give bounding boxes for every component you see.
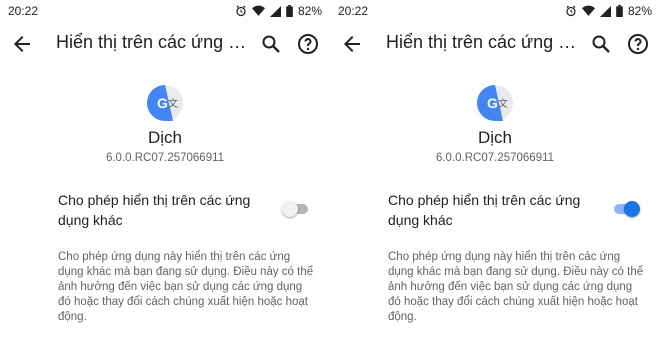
status-bar: 20:22 82%: [0, 0, 330, 22]
status-time: 20:22: [338, 4, 369, 18]
battery-icon: [286, 5, 293, 17]
screen-left: 20:22 82% Hiển thị trên các ứng d... G 文…: [0, 0, 330, 339]
signal-icon: [269, 5, 281, 17]
wifi-icon: [251, 5, 265, 16]
help-icon[interactable]: [626, 32, 650, 56]
overlay-permission-toggle[interactable]: [612, 200, 640, 218]
screen-right: 20:22 82% Hiển thị trên các ứng d... G 文…: [330, 0, 660, 339]
permission-description: Cho phép ứng dụng này hiển thị trên các …: [388, 251, 644, 323]
toolbar: Hiển thị trên các ứng d...: [0, 26, 330, 62]
svg-text:文: 文: [168, 97, 178, 110]
permission-description: Cho phép ứng dụng này hiển thị trên các …: [58, 251, 314, 323]
page-title: Hiển thị trên các ứng d...: [56, 32, 252, 52]
back-arrow-icon[interactable]: [340, 32, 364, 56]
overlay-permission-row[interactable]: Cho phép hiển thị trên các ứng dụng khác: [0, 188, 330, 228]
svg-text:G: G: [157, 95, 168, 111]
page-title: Hiển thị trên các ứng d...: [386, 32, 582, 52]
toggle-thumb: [282, 201, 298, 217]
google-translate-icon: G 文: [147, 85, 183, 121]
alarm-icon: [566, 5, 576, 17]
overlay-permission-label: Cho phép hiển thị trên các ứng dụng khác: [388, 192, 581, 228]
app-name: Dịch: [147, 128, 182, 147]
alarm-icon: [236, 5, 246, 17]
app-version: 6.0.0.RC07.257066911: [435, 152, 555, 164]
battery-icon: [616, 5, 623, 17]
google-translate-icon: G 文: [477, 85, 513, 121]
overlay-permission-label: Cho phép hiển thị trên các ứng dụng khác: [58, 192, 251, 228]
status-bar: 20:22 82%: [330, 0, 660, 22]
search-icon[interactable]: [589, 32, 613, 56]
overlay-permission-toggle[interactable]: [282, 200, 310, 218]
battery-percent: 82%: [297, 4, 322, 18]
back-arrow-icon[interactable]: [10, 32, 34, 56]
status-icons: 82%: [235, 4, 322, 18]
overlay-permission-row[interactable]: Cho phép hiển thị trên các ứng dụng khác: [330, 188, 660, 228]
app-version: 6.0.0.RC07.257066911: [105, 152, 225, 164]
signal-icon: [599, 5, 611, 17]
status-time: 20:22: [8, 4, 39, 18]
search-icon[interactable]: [259, 32, 283, 56]
status-icons: 82%: [565, 4, 652, 18]
battery-percent: 82%: [627, 4, 652, 18]
svg-text:G: G: [487, 95, 498, 111]
toolbar: Hiển thị trên các ứng d...: [330, 26, 660, 62]
app-name: Dịch: [477, 128, 512, 147]
wifi-icon: [581, 5, 595, 16]
toggle-thumb: [624, 201, 640, 217]
help-icon[interactable]: [296, 32, 320, 56]
svg-text:文: 文: [498, 97, 508, 110]
